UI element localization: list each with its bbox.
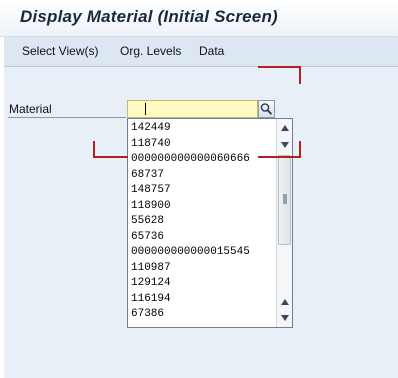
list-item[interactable]: 116194 bbox=[128, 292, 276, 308]
search-icon bbox=[260, 103, 273, 115]
material-input[interactable] bbox=[127, 100, 258, 118]
scroll-page-up-button[interactable] bbox=[278, 295, 292, 309]
arrow-down-icon bbox=[281, 142, 289, 148]
annotation-line bbox=[299, 66, 301, 84]
list-item[interactable]: 68737 bbox=[128, 168, 276, 184]
list-item[interactable]: 000000000000015545 bbox=[128, 245, 276, 261]
annotation-line bbox=[93, 156, 128, 158]
scroll-down-button[interactable] bbox=[278, 138, 292, 152]
list-item[interactable]: 118900 bbox=[128, 199, 276, 215]
text-caret bbox=[145, 103, 146, 115]
material-label: Material bbox=[9, 102, 52, 116]
annotation-line bbox=[258, 156, 301, 158]
list-item[interactable]: 000000000000060666 bbox=[128, 152, 276, 168]
org-levels-button[interactable]: Org. Levels bbox=[120, 44, 181, 58]
arrow-up-icon bbox=[281, 125, 289, 131]
list-item[interactable]: 110987 bbox=[128, 261, 276, 277]
scroll-up-button[interactable] bbox=[278, 121, 292, 135]
list-item[interactable]: 129124 bbox=[128, 276, 276, 292]
annotation-line bbox=[299, 141, 301, 158]
annotation-line bbox=[258, 66, 301, 68]
value-help-button[interactable] bbox=[258, 100, 275, 118]
arrow-down-icon bbox=[281, 315, 289, 321]
list-item[interactable]: 65736 bbox=[128, 230, 276, 246]
title-bar: Display Material (Initial Screen) bbox=[0, 0, 398, 37]
select-views-button[interactable]: Select View(s) bbox=[22, 44, 98, 58]
list-item[interactable]: 142449 bbox=[128, 121, 276, 137]
label-underline bbox=[8, 117, 126, 118]
grip-icon bbox=[283, 194, 287, 204]
data-button[interactable]: Data bbox=[199, 44, 224, 58]
history-dropdown: 142449 118740 000000000000060666 68737 1… bbox=[127, 118, 293, 328]
history-list: 142449 118740 000000000000060666 68737 1… bbox=[128, 121, 276, 323]
application-toolbar: Select View(s) Org. Levels Data bbox=[4, 37, 398, 67]
scroll-thumb[interactable] bbox=[278, 155, 291, 245]
list-item[interactable]: 148757 bbox=[128, 183, 276, 199]
vertical-scrollbar[interactable] bbox=[276, 119, 292, 327]
list-item[interactable]: 67386 bbox=[128, 307, 276, 323]
list-item[interactable]: 118740 bbox=[128, 137, 276, 153]
window-title: Display Material (Initial Screen) bbox=[20, 7, 278, 26]
arrow-up-icon bbox=[281, 299, 289, 305]
scroll-page-down-button[interactable] bbox=[278, 311, 292, 325]
list-item[interactable]: 55628 bbox=[128, 214, 276, 230]
